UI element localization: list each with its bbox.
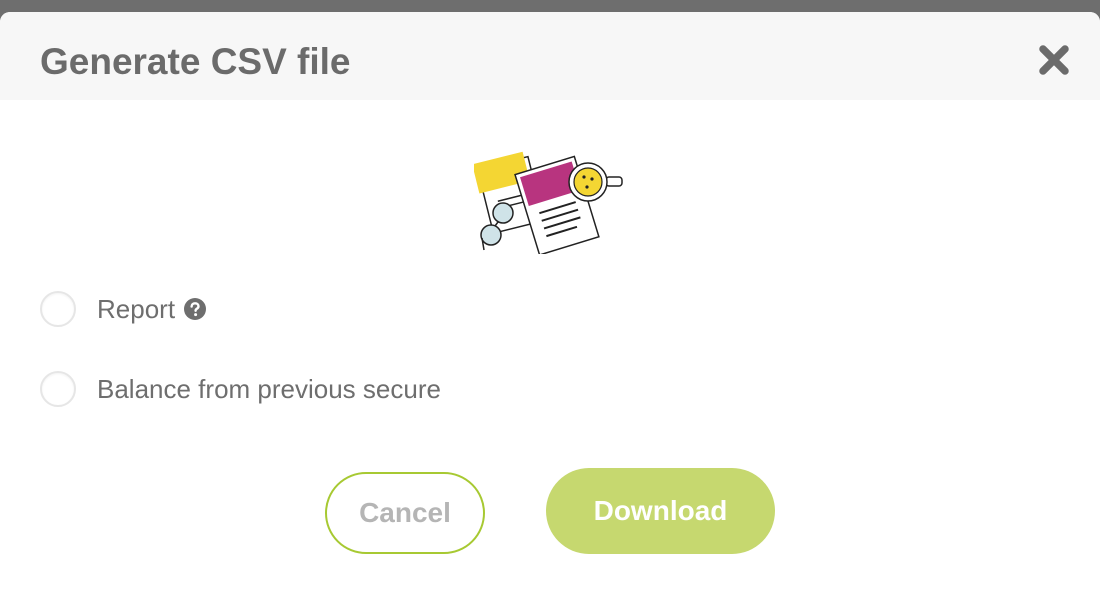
balance-radio[interactable] — [40, 371, 76, 407]
question-circle-icon[interactable] — [184, 297, 207, 320]
dialog-header: Generate CSV file — [0, 12, 1100, 100]
documents-illustration — [474, 151, 623, 254]
option-balance[interactable]: Balance from previous secure — [40, 369, 441, 409]
report-radio[interactable] — [40, 291, 76, 327]
option-balance-label: Balance from previous secure — [97, 373, 441, 404]
cancel-button[interactable]: Cancel — [325, 472, 485, 554]
close-button[interactable] — [1034, 40, 1074, 80]
option-report-label: Report — [97, 293, 207, 325]
csv-dialog: Generate CSV file Report Balance from pr… — [0, 12, 1100, 594]
report-label-text: Report — [97, 293, 176, 324]
download-button[interactable]: Download — [546, 468, 775, 554]
option-report[interactable]: Report — [40, 289, 207, 329]
dialog-title: Generate CSV file — [40, 41, 351, 82]
close-icon — [1039, 45, 1069, 75]
